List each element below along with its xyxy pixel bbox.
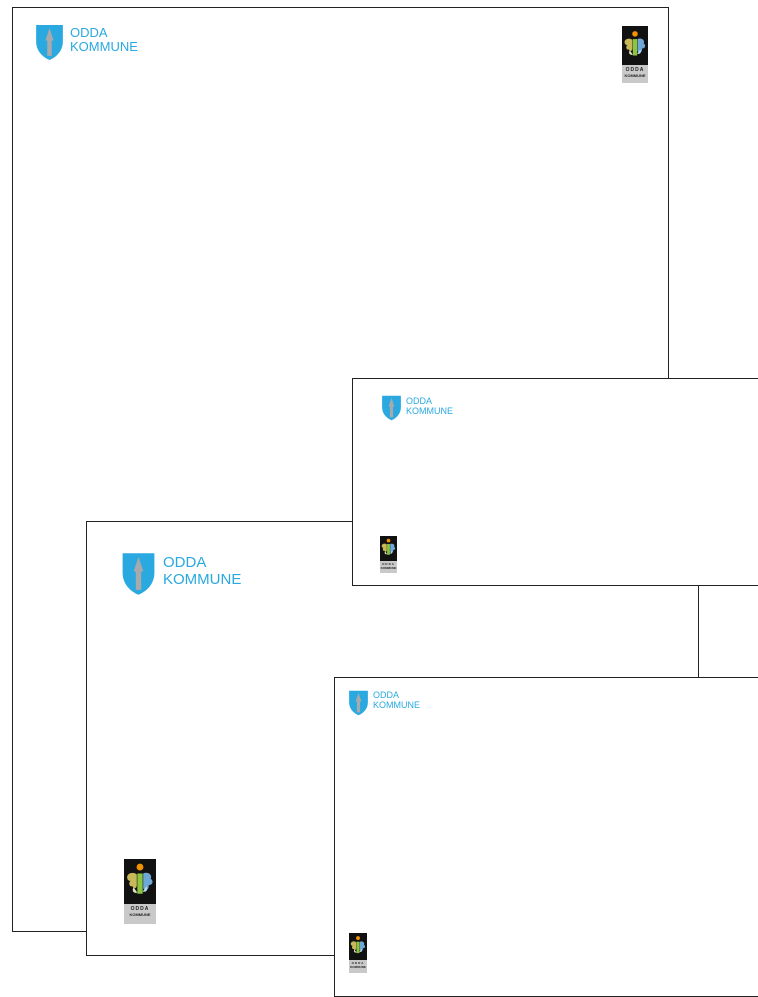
mark-subtext: KOMMUNE: [380, 566, 397, 570]
mark-subtext: KOMMUNE: [129, 912, 151, 917]
shield-icon: [348, 690, 369, 716]
shield-icon: [35, 24, 64, 61]
shield-icon: [381, 395, 402, 421]
logo-text: ODDA KOMMUNE: [163, 554, 242, 588]
flower-icon: [380, 537, 397, 560]
logo-line1: ODDA: [163, 554, 207, 571]
flower-icon: [349, 934, 367, 959]
mark-band: ODDA KOMMUNE: [124, 904, 156, 924]
odda-flower-mark-icon: ODDA KOMMUNE: [380, 536, 397, 573]
logo-text: ODDA KOMMUNE: [373, 690, 420, 711]
envelope-landscape-logo: ODDA KOMMUNE: [381, 395, 453, 421]
logo-line2: KOMMUNE: [70, 39, 138, 55]
mark-band: ODDA KOMMUNE: [380, 561, 397, 573]
odda-flower-mark-icon: ODDA KOMMUNE: [622, 26, 648, 83]
mark-band: ODDA KOMMUNE: [349, 960, 367, 973]
logo-line2: KOMMUNE: [373, 699, 420, 710]
logo-text: ODDA KOMMUNE: [406, 396, 453, 417]
logo-line2: KOMMUNE: [406, 405, 453, 416]
envelope-large-sheet: ODDA KOMMUNE ODDA KOMMUNE: [334, 677, 758, 997]
odda-flower-mark-icon: ODDA KOMMUNE: [124, 859, 156, 924]
logo-line2: KOMMUNE: [163, 570, 242, 588]
envelope-landscape-sheet: ODDA KOMMUNE ODDA KOMMUNE: [352, 378, 758, 586]
logo-text: ODDA KOMMUNE: [70, 25, 138, 55]
mark-subtext: KOMMUNE: [350, 965, 366, 969]
flower-icon: [124, 861, 156, 903]
flower-icon: [622, 28, 648, 64]
envelope-large-logo: ODDA KOMMUNE: [348, 690, 420, 716]
letterhead-logo: ODDA KOMMUNE: [35, 24, 138, 61]
mark-subtext: KOMMUNE: [624, 73, 646, 78]
odda-flower-mark-icon: ODDA KOMMUNE: [349, 933, 367, 973]
mark-band: ODDA KOMMUNE: [622, 65, 648, 83]
logo-line1: ODDA: [70, 25, 108, 40]
compliment-card-logo: ODDA KOMMUNE: [121, 552, 241, 596]
shield-icon: [121, 552, 156, 596]
